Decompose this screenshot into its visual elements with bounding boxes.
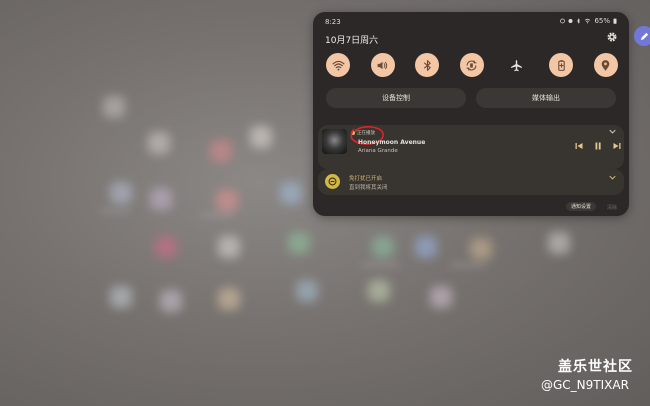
battery-percent: 65% [594,17,610,25]
dnd-expand-chevron-icon[interactable] [609,175,616,180]
date-label: 10月7日周六 [325,36,379,46]
pencil-icon [640,32,648,40]
edge-panel-handle[interactable] [634,26,650,46]
airplane-icon [511,59,523,71]
location-tile[interactable] [593,53,618,77]
album-art [322,129,347,154]
watermark-handle: @GC_N9TIXAR [541,378,629,392]
airplane-mode-tile[interactable] [505,53,529,77]
media-output-button[interactable]: 媒体输出 [476,88,616,108]
bluetooth-status-icon [577,18,581,24]
battery-icon [613,18,617,24]
wifi-status-icon [585,18,591,24]
dnd-title: 免打扰已开启 [349,176,383,182]
notification-panel: 8:23 65% 10月7日周六 设备控制 媒体输出 正在播放 Honeymoo… [313,12,629,216]
settings-gear-icon[interactable] [606,31,618,43]
dnd-notification[interactable]: 免打扰已开启 直到我将其关闭 [318,169,624,195]
quick-settings-row [326,53,618,77]
dnd-subtitle: 直到我将其关闭 [349,185,388,191]
artist-name: Ariana Grande [358,148,398,154]
previous-track-icon[interactable] [574,141,584,151]
pause-icon[interactable] [593,141,603,151]
status-bar: 8:23 65% [325,17,617,29]
sound-tile[interactable] [370,53,395,77]
wifi-icon [331,60,345,71]
dnd-icon-badge [325,174,340,189]
media-expand-chevron-icon[interactable] [609,129,616,134]
do-not-disturb-icon [328,177,337,186]
location-icon [602,59,610,71]
alarm-icon [560,18,566,24]
bluetooth-tile[interactable] [415,53,440,77]
status-time: 8:23 [325,18,341,26]
auto-rotate-tile[interactable] [459,53,484,77]
notification-settings-button[interactable]: 通知设置 [566,202,596,211]
dnd-status-icon [568,19,573,23]
sound-icon [377,61,388,69]
battery-saver-icon [558,59,565,71]
watermark-title: 盖乐世社区 [558,359,633,375]
auto-rotate-icon [467,60,477,70]
battery-saver-tile[interactable] [549,53,574,77]
wifi-tile[interactable] [326,53,350,77]
clear-button[interactable]: 清除 [607,204,617,211]
song-title: Honeymoon Avenue [358,139,426,146]
bluetooth-icon [423,59,431,71]
device-control-button[interactable]: 设备控制 [326,88,466,108]
next-track-icon[interactable] [612,141,622,151]
media-player-card[interactable]: 正在播放 Honeymoon Avenue Ariana Grande [318,125,624,169]
